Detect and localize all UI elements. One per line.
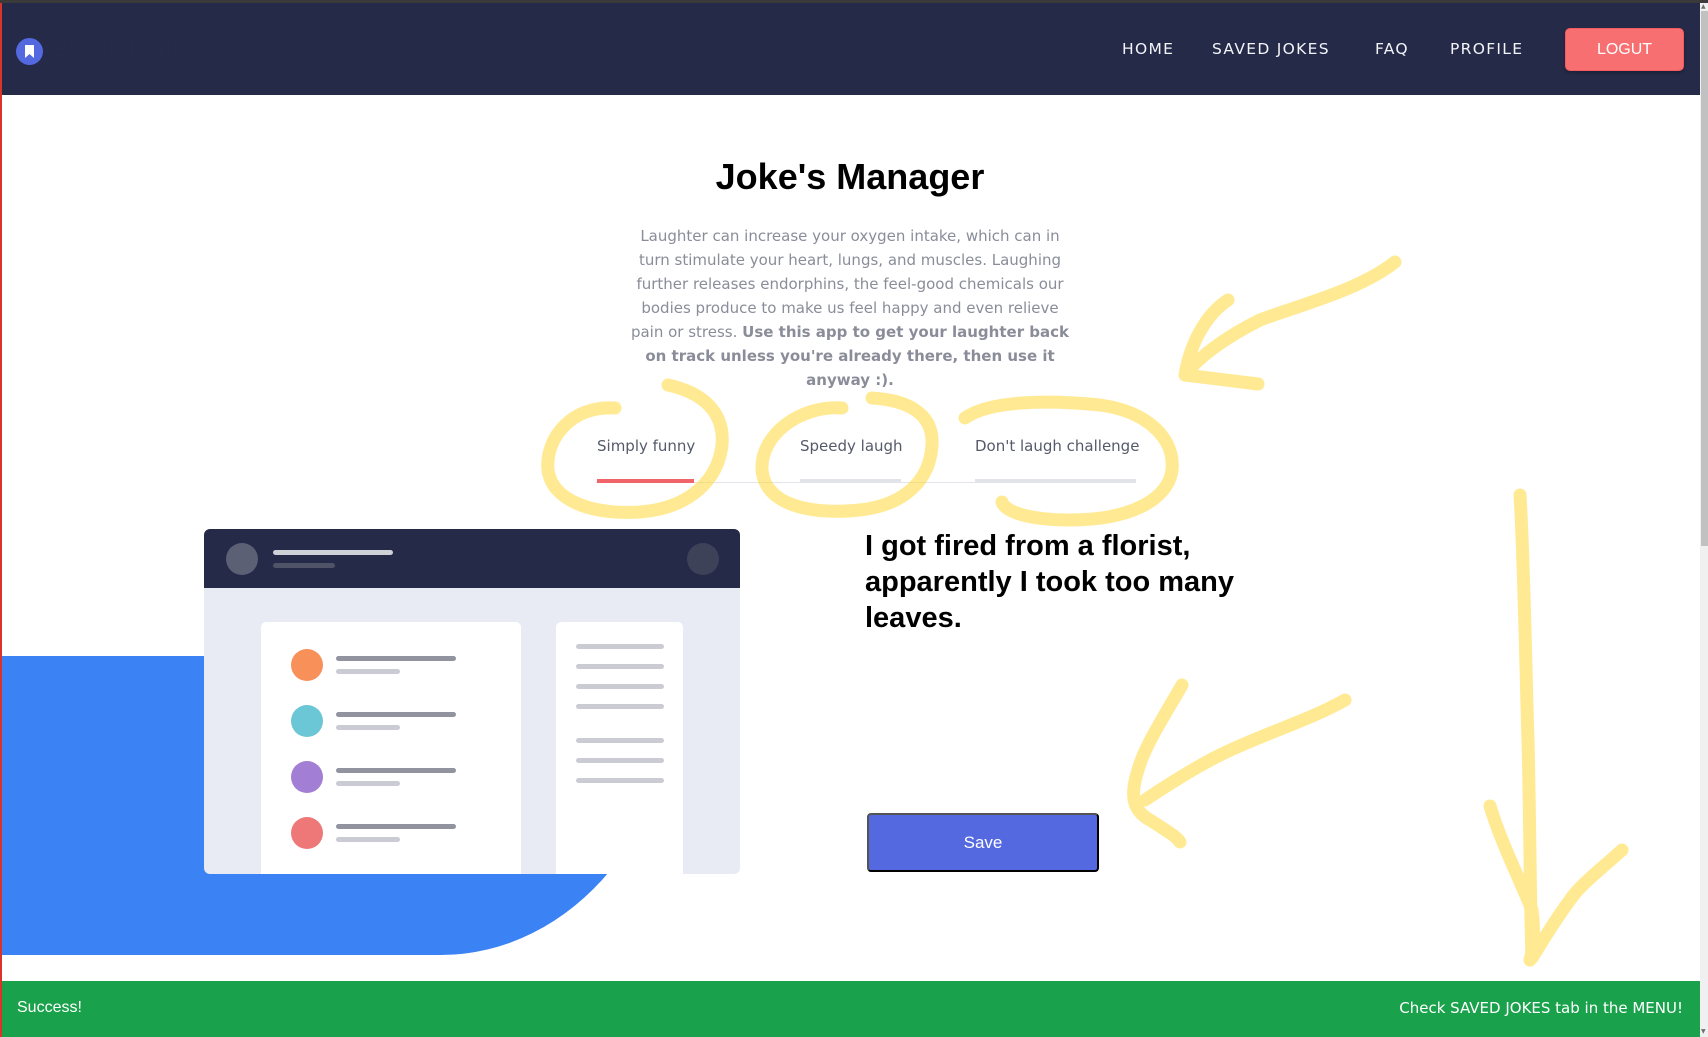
tab-label: Don't laugh challenge: [975, 437, 1140, 455]
logout-button[interactable]: LOGUT: [1565, 28, 1684, 71]
nav-home[interactable]: HOME: [1122, 40, 1174, 58]
tab-dont-laugh-challenge[interactable]: Don't laugh challenge: [975, 437, 1140, 483]
illustration-line: [336, 781, 400, 786]
tab-label: Speedy laugh: [800, 437, 903, 455]
navbar: BOOKMARK HOME SAVED JOKES FAQ PROFILE LO…: [0, 3, 1700, 95]
nav-profile[interactable]: PROFILE: [1450, 40, 1523, 58]
nav-saved-jokes[interactable]: SAVED JOKES: [1212, 40, 1330, 58]
illustration-line: [336, 768, 456, 773]
illustration-line: [336, 669, 400, 674]
illustration-dot-orange: [291, 649, 323, 681]
tab-simply-funny[interactable]: Simply funny: [597, 437, 696, 483]
window-left-edge: [0, 3, 2, 1037]
tab-indicator: [975, 479, 1136, 483]
illustration-line: [576, 758, 664, 763]
illustration-line: [576, 664, 664, 669]
annotation-arrow-middle: [1127, 678, 1352, 849]
illustration-line: [273, 550, 393, 555]
illustration-line: [336, 656, 456, 661]
illustration-dot-red: [291, 817, 323, 849]
illustration-dot-teal: [291, 705, 323, 737]
scroll-up-arrow-icon[interactable]: ▲: [1701, 3, 1706, 10]
scrollbar[interactable]: ▲ ▼: [1700, 3, 1708, 1037]
illustration-line: [336, 712, 456, 717]
success-toast: Success! Check SAVED JOKES tab in the ME…: [0, 981, 1700, 1037]
tab-indicator: [800, 479, 901, 483]
toast-status: Success!: [17, 999, 82, 1016]
illustration-line: [336, 824, 456, 829]
brand-name: BOOKMARK: [54, 39, 182, 61]
illustration-avatar: [226, 543, 258, 575]
tab-label: Simply funny: [597, 437, 696, 455]
illustration-line: [576, 738, 664, 743]
illustration-line: [336, 837, 400, 842]
logo[interactable]: [16, 38, 43, 65]
intro-paragraph: Laughter can increase your oxygen intake…: [624, 224, 1076, 392]
nav-faq[interactable]: FAQ: [1375, 40, 1409, 58]
illustration-line: [576, 704, 664, 709]
scrollbar-thumb[interactable]: [1701, 11, 1708, 546]
illustration-line: [576, 778, 664, 783]
save-button[interactable]: Save: [867, 813, 1099, 872]
illustration-line: [576, 684, 664, 689]
illustration-dot-purple: [291, 761, 323, 793]
bookmark-icon: [25, 45, 34, 58]
app-illustration: [204, 529, 740, 874]
illustration-header: [204, 529, 740, 588]
scroll-down-arrow-icon[interactable]: ▼: [1701, 1028, 1706, 1035]
tab-speedy-laugh[interactable]: Speedy laugh: [800, 437, 903, 483]
illustration-side-card: [556, 622, 683, 874]
tab-indicator: [597, 479, 694, 483]
illustration-line: [336, 725, 400, 730]
annotation-arrow-down: [1483, 488, 1629, 967]
illustration-line: [576, 644, 664, 649]
annotation-arrow-top-right: [1178, 255, 1402, 391]
toast-message: Check SAVED JOKES tab in the MENU!: [1399, 999, 1683, 1017]
illustration-line: [273, 563, 335, 568]
illustration-list-card: [261, 622, 521, 874]
illustration-avatar: [687, 543, 719, 575]
joke-text: I got fired from a florist, apparently I…: [865, 530, 1234, 634]
page-title: Joke's Manager: [715, 156, 985, 197]
